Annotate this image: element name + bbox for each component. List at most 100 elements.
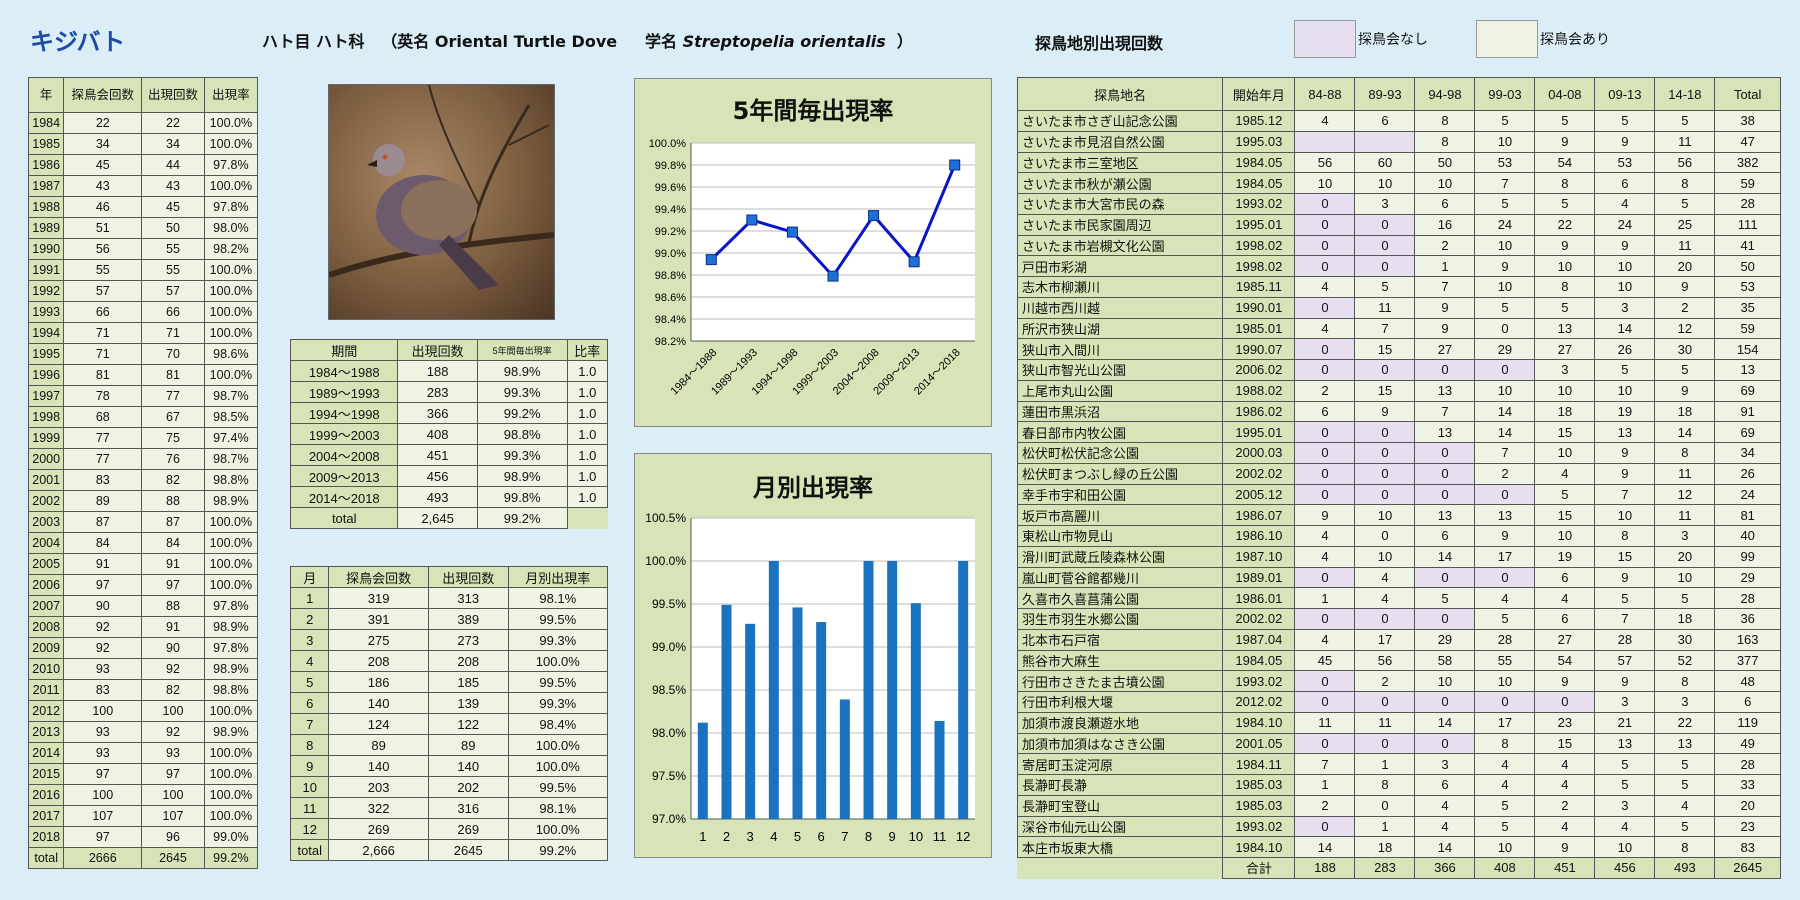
location-total: 34 — [1714, 442, 1781, 464]
location-count: 4 — [1534, 774, 1596, 796]
close-paren: ） — [896, 32, 913, 51]
year-table-row: 2015 97 97 100.0% — [27, 763, 259, 785]
location-count: 0 — [1294, 815, 1356, 838]
location-count: 4 — [1654, 794, 1716, 817]
year-table-cell: 2006 — [27, 574, 65, 596]
location-count: 22 — [1654, 711, 1716, 734]
year-table-row: 2007 90 88 97.8% — [27, 595, 259, 617]
x-tick-label: 9 — [889, 829, 896, 844]
year-table-row: 1988 46 45 97.8% — [27, 196, 259, 218]
location-start: 1984.11 — [1222, 753, 1296, 775]
year-table-cell: 70 — [141, 343, 205, 365]
location-count: 4 — [1294, 525, 1356, 547]
month-table-cell: 185 — [427, 671, 509, 693]
year-table-cell: 98.2% — [203, 238, 259, 260]
location-count: 5 — [1654, 774, 1716, 796]
location-total: 23 — [1714, 815, 1781, 838]
year-table-cell: 1998 — [27, 406, 65, 428]
year-table-cell: 1997 — [27, 385, 65, 407]
period-table-cell: 1989～1993 — [289, 381, 399, 403]
location-count: 2 — [1474, 462, 1536, 485]
year-table-cell: 81 — [141, 364, 205, 386]
period-table-cell: 1984～1988 — [289, 360, 399, 382]
year-table-cell: 93 — [141, 742, 205, 764]
location-count: 0 — [1354, 483, 1416, 506]
location-count: 7 — [1414, 276, 1476, 298]
location-start: 1987.10 — [1222, 545, 1296, 568]
year-table-cell: 98.7% — [203, 448, 259, 470]
location-total: 48 — [1714, 670, 1781, 692]
location-count: 15 — [1534, 732, 1596, 755]
location-count: 0 — [1474, 566, 1536, 589]
location-count: 53 — [1474, 151, 1536, 174]
location-count: 28 — [1474, 628, 1536, 651]
period-chart-panel: 5年間毎出現率 98.2% 98.4% 98.6% 98.8% 99.0% 99.2% 99… — [634, 78, 992, 427]
data-point — [868, 210, 880, 222]
location-count: 7 — [1474, 172, 1536, 194]
location-start: 1984.10 — [1222, 836, 1296, 858]
location-count: 10 — [1594, 276, 1656, 298]
year-table-cell: 93 — [63, 742, 143, 764]
location-total: 41 — [1714, 234, 1781, 257]
location-count: 30 — [1654, 628, 1716, 651]
location-total: 33 — [1714, 774, 1781, 796]
location-count: 13 — [1414, 504, 1476, 526]
location-start: 2012.02 — [1222, 691, 1296, 713]
location-count: 4 — [1294, 276, 1356, 298]
month-table-cell: 322 — [328, 797, 429, 819]
location-count: 6 — [1534, 566, 1596, 589]
year-table-row: 1990 56 55 98.2% — [27, 238, 259, 260]
year-table-cell: 77 — [63, 448, 143, 470]
location-count: 5 — [1654, 193, 1716, 215]
location-count: 11 — [1354, 711, 1416, 734]
location-name: 春日部市内牧公園 — [1016, 421, 1224, 443]
year-table-cell: 2004 — [27, 532, 65, 554]
location-count: 8 — [1594, 525, 1656, 547]
year-table-cell: 57 — [141, 280, 205, 302]
location-count: 0 — [1294, 338, 1356, 360]
location-total: 111 — [1714, 213, 1781, 236]
y-tick-label: 98.8% — [655, 270, 686, 282]
location-count: 3 — [1354, 193, 1416, 215]
location-count: 4 — [1534, 462, 1596, 485]
period-table-header: 比率 — [566, 339, 609, 361]
period-table-cell: 98.8% — [476, 423, 568, 445]
period-line-chart: 98.2% 98.4% 98.6% 98.8% 99.0% 99.2% 99.4% 99.6%… — [649, 138, 975, 398]
location-total: 69 — [1714, 421, 1781, 443]
location-total: 29 — [1714, 566, 1781, 589]
period-table-total-cell: total — [289, 507, 399, 529]
year-table-cell: 1986 — [27, 154, 65, 176]
month-table-cell: 1 — [289, 587, 330, 609]
location-table-row: 寄居町玉淀河原 1984.11 7 1 3 4 4 5 5 28 — [1016, 753, 1781, 775]
period-table-row: 2004～2008 451 99.3% 1.0 — [289, 444, 609, 466]
year-table-cell: 100.0% — [203, 553, 259, 575]
location-count: 4 — [1474, 753, 1536, 775]
bar — [887, 561, 898, 819]
month-table-cell: 5 — [289, 671, 330, 693]
location-count: 9 — [1534, 836, 1596, 858]
location-count: 9 — [1534, 670, 1596, 692]
location-count: 0 — [1414, 608, 1476, 630]
location-count: 9 — [1414, 317, 1476, 340]
location-count — [1354, 130, 1416, 153]
location-name: 上尾市丸山公園 — [1016, 379, 1224, 402]
location-name: 所沢市狭山湖 — [1016, 317, 1224, 340]
year-table-cell: 1993 — [27, 301, 65, 323]
location-count: 4 — [1354, 587, 1416, 609]
location-count: 10 — [1414, 670, 1476, 692]
location-count: 0 — [1354, 732, 1416, 755]
year-table-row: 1984 22 22 100.0% — [27, 112, 259, 134]
year-table-cell: 2016 — [27, 784, 65, 806]
year-table-cell: 97 — [141, 574, 205, 596]
location-count: 0 — [1534, 691, 1596, 713]
location-count: 18 — [1534, 400, 1596, 423]
period-table-cell: 99.3% — [476, 444, 568, 466]
y-tick-label: 98.4% — [655, 314, 686, 326]
location-table-row: 嵐山町菅谷館都幾川 1989.01 0 4 0 0 6 9 10 29 — [1016, 566, 1781, 589]
location-count: 0 — [1414, 483, 1476, 506]
location-start: 1990.01 — [1222, 296, 1296, 319]
location-count: 9 — [1594, 442, 1656, 464]
location-count: 0 — [1354, 691, 1416, 713]
location-count: 0 — [1354, 421, 1416, 443]
year-table-row: 2011 83 82 98.8% — [27, 679, 259, 701]
